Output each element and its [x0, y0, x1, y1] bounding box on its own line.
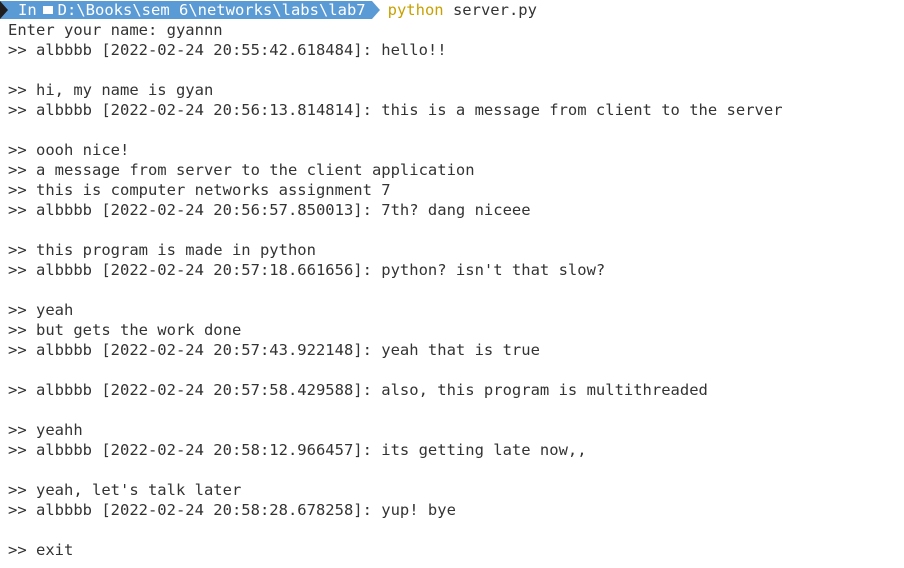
- output-line: >> hi, my name is gyan: [8, 81, 214, 99]
- output-line: >> albbbb [2022-02-24 20:56:57.850013]: …: [8, 201, 531, 219]
- output-line: >> albbbb [2022-02-24 20:58:12.966457]: …: [8, 441, 587, 459]
- output-line: >> this is computer networks assignment …: [8, 181, 391, 199]
- output-line: >> yeah, let's talk later: [8, 481, 242, 499]
- output-line: >> but gets the work done: [8, 321, 242, 339]
- output-line: >> albbbb [2022-02-24 20:55:42.618484]: …: [8, 41, 447, 59]
- output-line: >> exit: [8, 541, 74, 559]
- shell-prompt: In D:\Books\sem 6\networks\labs\lab7 pyt…: [0, 0, 904, 20]
- shell-label: In: [18, 1, 37, 19]
- output-line: >> this program is made in python: [8, 241, 316, 259]
- command-argument: server.py: [444, 1, 537, 19]
- command-executable: python: [387, 1, 444, 19]
- output-line: Enter your name: gyannn: [8, 21, 223, 39]
- output-line: >> oooh nice!: [8, 141, 130, 159]
- output-line: >> albbbb [2022-02-24 20:57:18.661656]: …: [8, 261, 606, 279]
- prompt-start-chevron-icon: [0, 1, 8, 19]
- terminal-window[interactable]: In D:\Books\sem 6\networks\labs\lab7 pyt…: [0, 0, 904, 568]
- command-argument-text: server.py: [452, 1, 537, 19]
- folder-icon: [42, 6, 53, 14]
- output-line: >> albbbb [2022-02-24 20:57:58.429588]: …: [8, 381, 708, 399]
- prompt-path-segment: In D:\Books\sem 6\networks\labs\lab7: [0, 1, 372, 19]
- terminal-output: Enter your name: gyannn >> albbbb [2022-…: [0, 20, 904, 560]
- output-line: >> albbbb [2022-02-24 20:56:13.814814]: …: [8, 101, 783, 119]
- output-line: >> albbbb [2022-02-24 20:57:43.922148]: …: [8, 341, 540, 359]
- current-path: D:\Books\sem 6\networks\labs\lab7: [57, 1, 366, 19]
- output-line: >> yeahh: [8, 421, 83, 439]
- prompt-end-chevron-icon: [371, 1, 380, 19]
- output-line: >> yeah: [8, 301, 74, 319]
- output-line: >> a message from server to the client a…: [8, 161, 475, 179]
- output-line: >> albbbb [2022-02-24 20:58:28.678258]: …: [8, 501, 456, 519]
